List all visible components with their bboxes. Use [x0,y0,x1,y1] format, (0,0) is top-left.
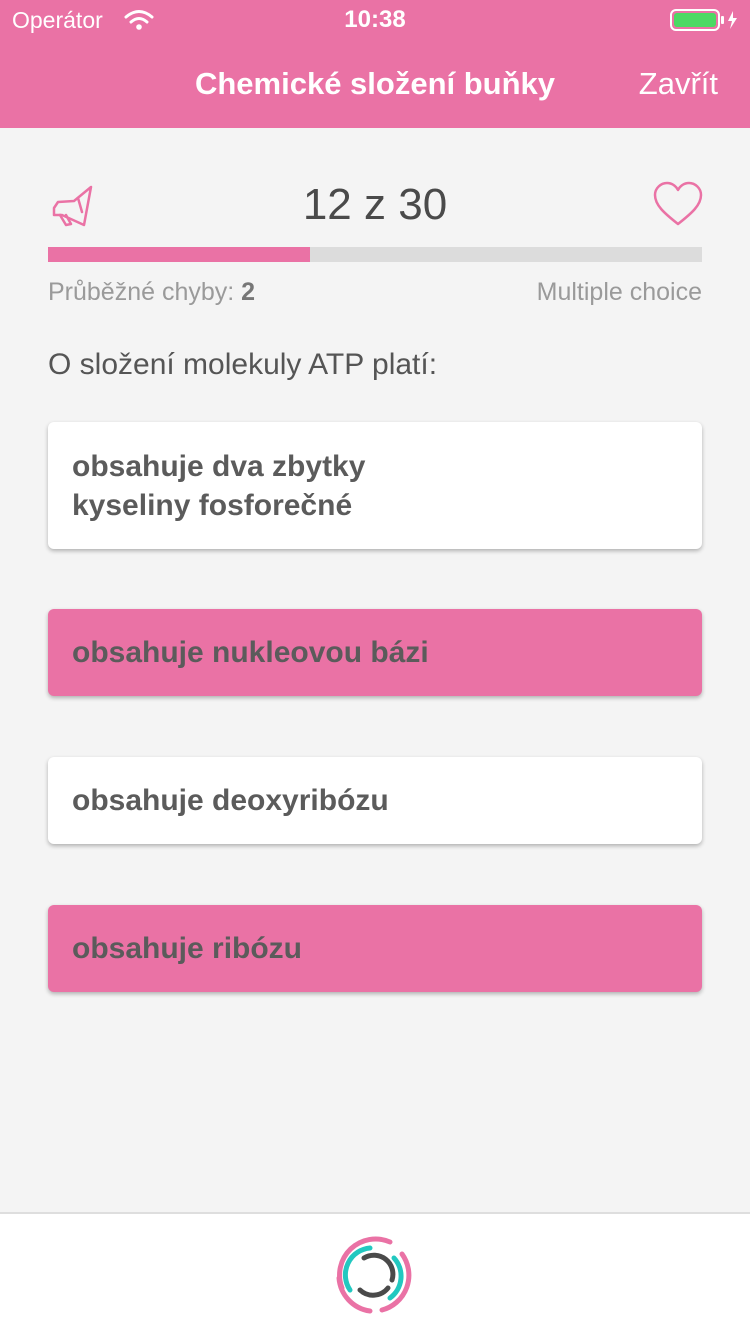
answer-option-3[interactable]: obsahuje deoxyribózu [48,757,702,844]
question-counter: 12 z 30 [302,180,448,229]
close-button[interactable]: Zavřít [639,66,718,102]
errors-count: 2 [241,278,256,306]
heart-icon[interactable] [652,180,704,228]
errors-counter: Průběžné chyby: 2 [48,278,255,307]
question-type: Multiple choice [536,278,702,306]
answer-label: obsahuje dva zbytky kyseliny fosforečné [72,449,366,522]
answer-option-2[interactable]: obsahuje nukleovou bázi [48,609,702,696]
answer-option-4[interactable]: obsahuje ribózu [48,905,702,992]
answer-option-1[interactable]: obsahuje dva zbytky kyseliny fosforečné [48,422,702,549]
answer-label: obsahuje nukleovou bázi [72,636,429,669]
answer-label: obsahuje ribózu [72,932,303,965]
progress-bar [48,247,702,262]
battery-icon [670,9,737,31]
page-title: Chemické složení buňky [194,66,556,101]
errors-label: Průběžné chyby: [48,278,235,306]
status-bar: Operátor 10:38 [0,0,750,40]
header: Operátor 10:38 Chemické složení buňky Za… [0,0,750,128]
progress-fill [48,247,310,262]
status-time: 10:38 [344,6,406,33]
question-text: O složení molekuly ATP platí: [48,348,438,381]
footer-bar [0,1212,750,1334]
loader-icon [336,1236,412,1314]
answer-label: obsahuje deoxyribózu [72,784,389,817]
